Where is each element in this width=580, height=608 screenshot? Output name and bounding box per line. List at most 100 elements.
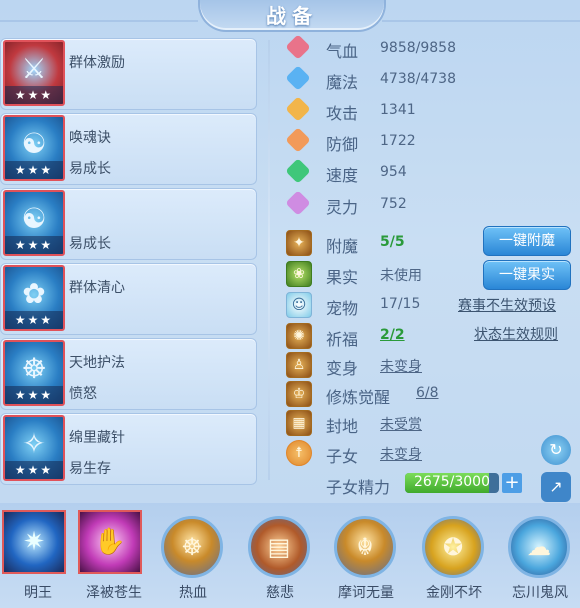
star-rating: ★★★ [5, 86, 63, 104]
bottom-skill-name: 明王 [24, 585, 52, 601]
stat-label: 气血 [326, 42, 359, 61]
bottom-skill-mohe[interactable]: ☬ 摩诃无量 [330, 508, 402, 606]
bottom-skill-name: 摩诃无量 [338, 585, 394, 601]
prop-value[interactable]: 2/2 [380, 327, 405, 343]
bottom-skill-name: 慈悲 [266, 585, 294, 601]
bottom-skill-wangchuan[interactable]: ☁ 忘川鬼风 [504, 508, 576, 606]
skill-name: 唤魂诀 [69, 130, 111, 146]
stat-spirit: 灵力 752 [285, 190, 496, 220]
bottom-skill-rexue[interactable]: ☸ 热血 [157, 508, 229, 606]
stat-label: 攻击 [326, 104, 359, 123]
stat-label: 速度 [326, 166, 359, 185]
bottom-skill-name: 泽被苍生 [86, 585, 142, 601]
skill-card-4[interactable]: ✿ ★★★ 群体清心 [0, 263, 257, 335]
skill-card-6[interactable]: ✧ ★★★ 绵里藏针 易生存 [0, 413, 257, 485]
prop-label: 变身 [326, 359, 359, 378]
skill-name: 绵里藏针 [69, 430, 125, 446]
cultivation-icon: ♔ [286, 381, 312, 407]
speed-icon [285, 158, 311, 184]
prop-label: 附魔 [326, 237, 359, 256]
bottom-skill-zebei[interactable]: ✋ 泽被苍生 [78, 508, 150, 606]
spirit-head-icon: ☯ [21, 202, 47, 235]
pet-icon: ☺ [286, 292, 312, 318]
skill-icon: ⚔ ★★★ [3, 40, 65, 106]
skill-icon: ☯ ★★★ [3, 190, 65, 256]
one-click-fruit-button[interactable]: 一键果实 [483, 260, 571, 290]
star-rating: ★★★ [5, 161, 63, 179]
golden-guardian-icon: ✪ [422, 516, 484, 578]
scroll-icon: ▤ [248, 516, 310, 578]
blessing-icon: ✺ [286, 323, 312, 349]
buddha-icon: ☬ [334, 516, 396, 578]
prop-label: 封地 [326, 417, 359, 436]
sword-icon: ⚔ [21, 52, 47, 85]
refresh-icon[interactable]: ↻ [541, 435, 571, 465]
prop-value[interactable]: 未变身 [380, 444, 422, 464]
row-fief[interactable]: ▦ 封地 未受赏 [286, 408, 576, 438]
fruit-icon: ❀ [286, 261, 312, 287]
rules-link[interactable]: 状态生效规则 [474, 324, 558, 344]
energy-label: 子女精力 [326, 478, 391, 497]
stat-value: 1722 [380, 133, 416, 149]
stat-value: 9858/9858 [380, 40, 456, 56]
transform-icon: ♙ [286, 352, 312, 378]
prop-value[interactable]: 未变身 [380, 356, 422, 376]
row-transform[interactable]: ♙ 变身 未变身 [286, 350, 576, 380]
skill-name: 天地护法 [69, 355, 125, 371]
bottom-skill-cibei[interactable]: ▤ 慈悲 [244, 508, 316, 606]
skill-card-3[interactable]: ☯ ★★★ 易成长 [0, 188, 257, 260]
row-child[interactable]: ☨ 子女 未变身 [286, 438, 576, 468]
skill-card-5[interactable]: ☸ ★★★ 天地护法 愤怒 [0, 338, 257, 410]
stat-mp: 魔法 4738/4738 [285, 65, 496, 95]
page-title: 战备 [266, 4, 318, 28]
star-rating: ★★★ [5, 461, 63, 479]
battle-prep-panel: 战备 ⚔ ★★★ 群体激励 ☯ ★★★ 唤魂诀 易成长 ☯ ★★★ 易成长 ✿ ★★★ … [0, 0, 580, 608]
star-rating: ★★★ [5, 386, 63, 404]
add-energy-button[interactable]: + [502, 473, 522, 493]
stat-label: 魔法 [326, 73, 359, 92]
share-icon[interactable]: ↗ [541, 472, 571, 502]
stat-label: 灵力 [326, 198, 359, 217]
title-divider-left [0, 20, 198, 22]
attack-icon [285, 96, 311, 122]
prop-value: 17/15 [380, 296, 421, 312]
skill-icon: ☯ ★★★ [3, 115, 65, 181]
stat-value: 4738/4738 [380, 71, 456, 87]
skill-card-1[interactable]: ⚔ ★★★ 群体激励 [0, 38, 257, 110]
spirit-icon [285, 190, 311, 216]
bottom-skill-mingwang[interactable]: ✷ 明王 [2, 508, 74, 606]
ghost-wind-icon: ☁ [508, 516, 570, 578]
enchant-icon: ✦ [286, 230, 312, 256]
row-cultivation[interactable]: ♔ 修炼觉醒 6/8 [286, 379, 576, 409]
prop-value[interactable]: 未受赏 [380, 414, 422, 434]
prop-value[interactable]: 6/8 [416, 385, 439, 401]
radiant-orb-icon: ✷ [2, 510, 66, 574]
heart-icon [285, 34, 311, 60]
preset-link[interactable]: 赛事不生效预设 [458, 295, 556, 315]
star-rating: ★★★ [5, 236, 63, 254]
skill-card-2[interactable]: ☯ ★★★ 唤魂诀 易成长 [0, 113, 257, 185]
skill-icon: ✿ ★★★ [3, 265, 65, 331]
needle-icon: ✧ [22, 427, 46, 460]
bottom-skill-name: 热血 [179, 585, 207, 601]
title-divider-right [382, 20, 580, 22]
magic-icon [285, 65, 311, 91]
defense-icon [285, 127, 311, 153]
stat-label: 防御 [326, 135, 359, 154]
lotus-icon: ✿ [22, 277, 46, 310]
stat-defense: 防御 1722 [285, 127, 496, 157]
skill-trait: 易生存 [69, 461, 111, 477]
prop-label: 子女 [326, 447, 359, 466]
prop-value: 未使用 [380, 268, 422, 284]
prop-label: 修炼觉醒 [326, 388, 391, 407]
bottom-skill-name: 忘川鬼风 [512, 585, 568, 601]
skill-name: 群体清心 [69, 280, 125, 296]
child-icon: ☨ [286, 440, 312, 466]
stat-value: 752 [380, 196, 407, 212]
one-click-enchant-button[interactable]: 一键附魔 [483, 226, 571, 256]
bottom-skill-name: 金刚不坏 [426, 585, 482, 601]
skill-icon: ✧ ★★★ [3, 415, 65, 481]
skill-trait: 易成长 [69, 161, 111, 177]
stat-value: 1341 [380, 102, 416, 118]
bottom-skill-jingang[interactable]: ✪ 金刚不坏 [418, 508, 490, 606]
